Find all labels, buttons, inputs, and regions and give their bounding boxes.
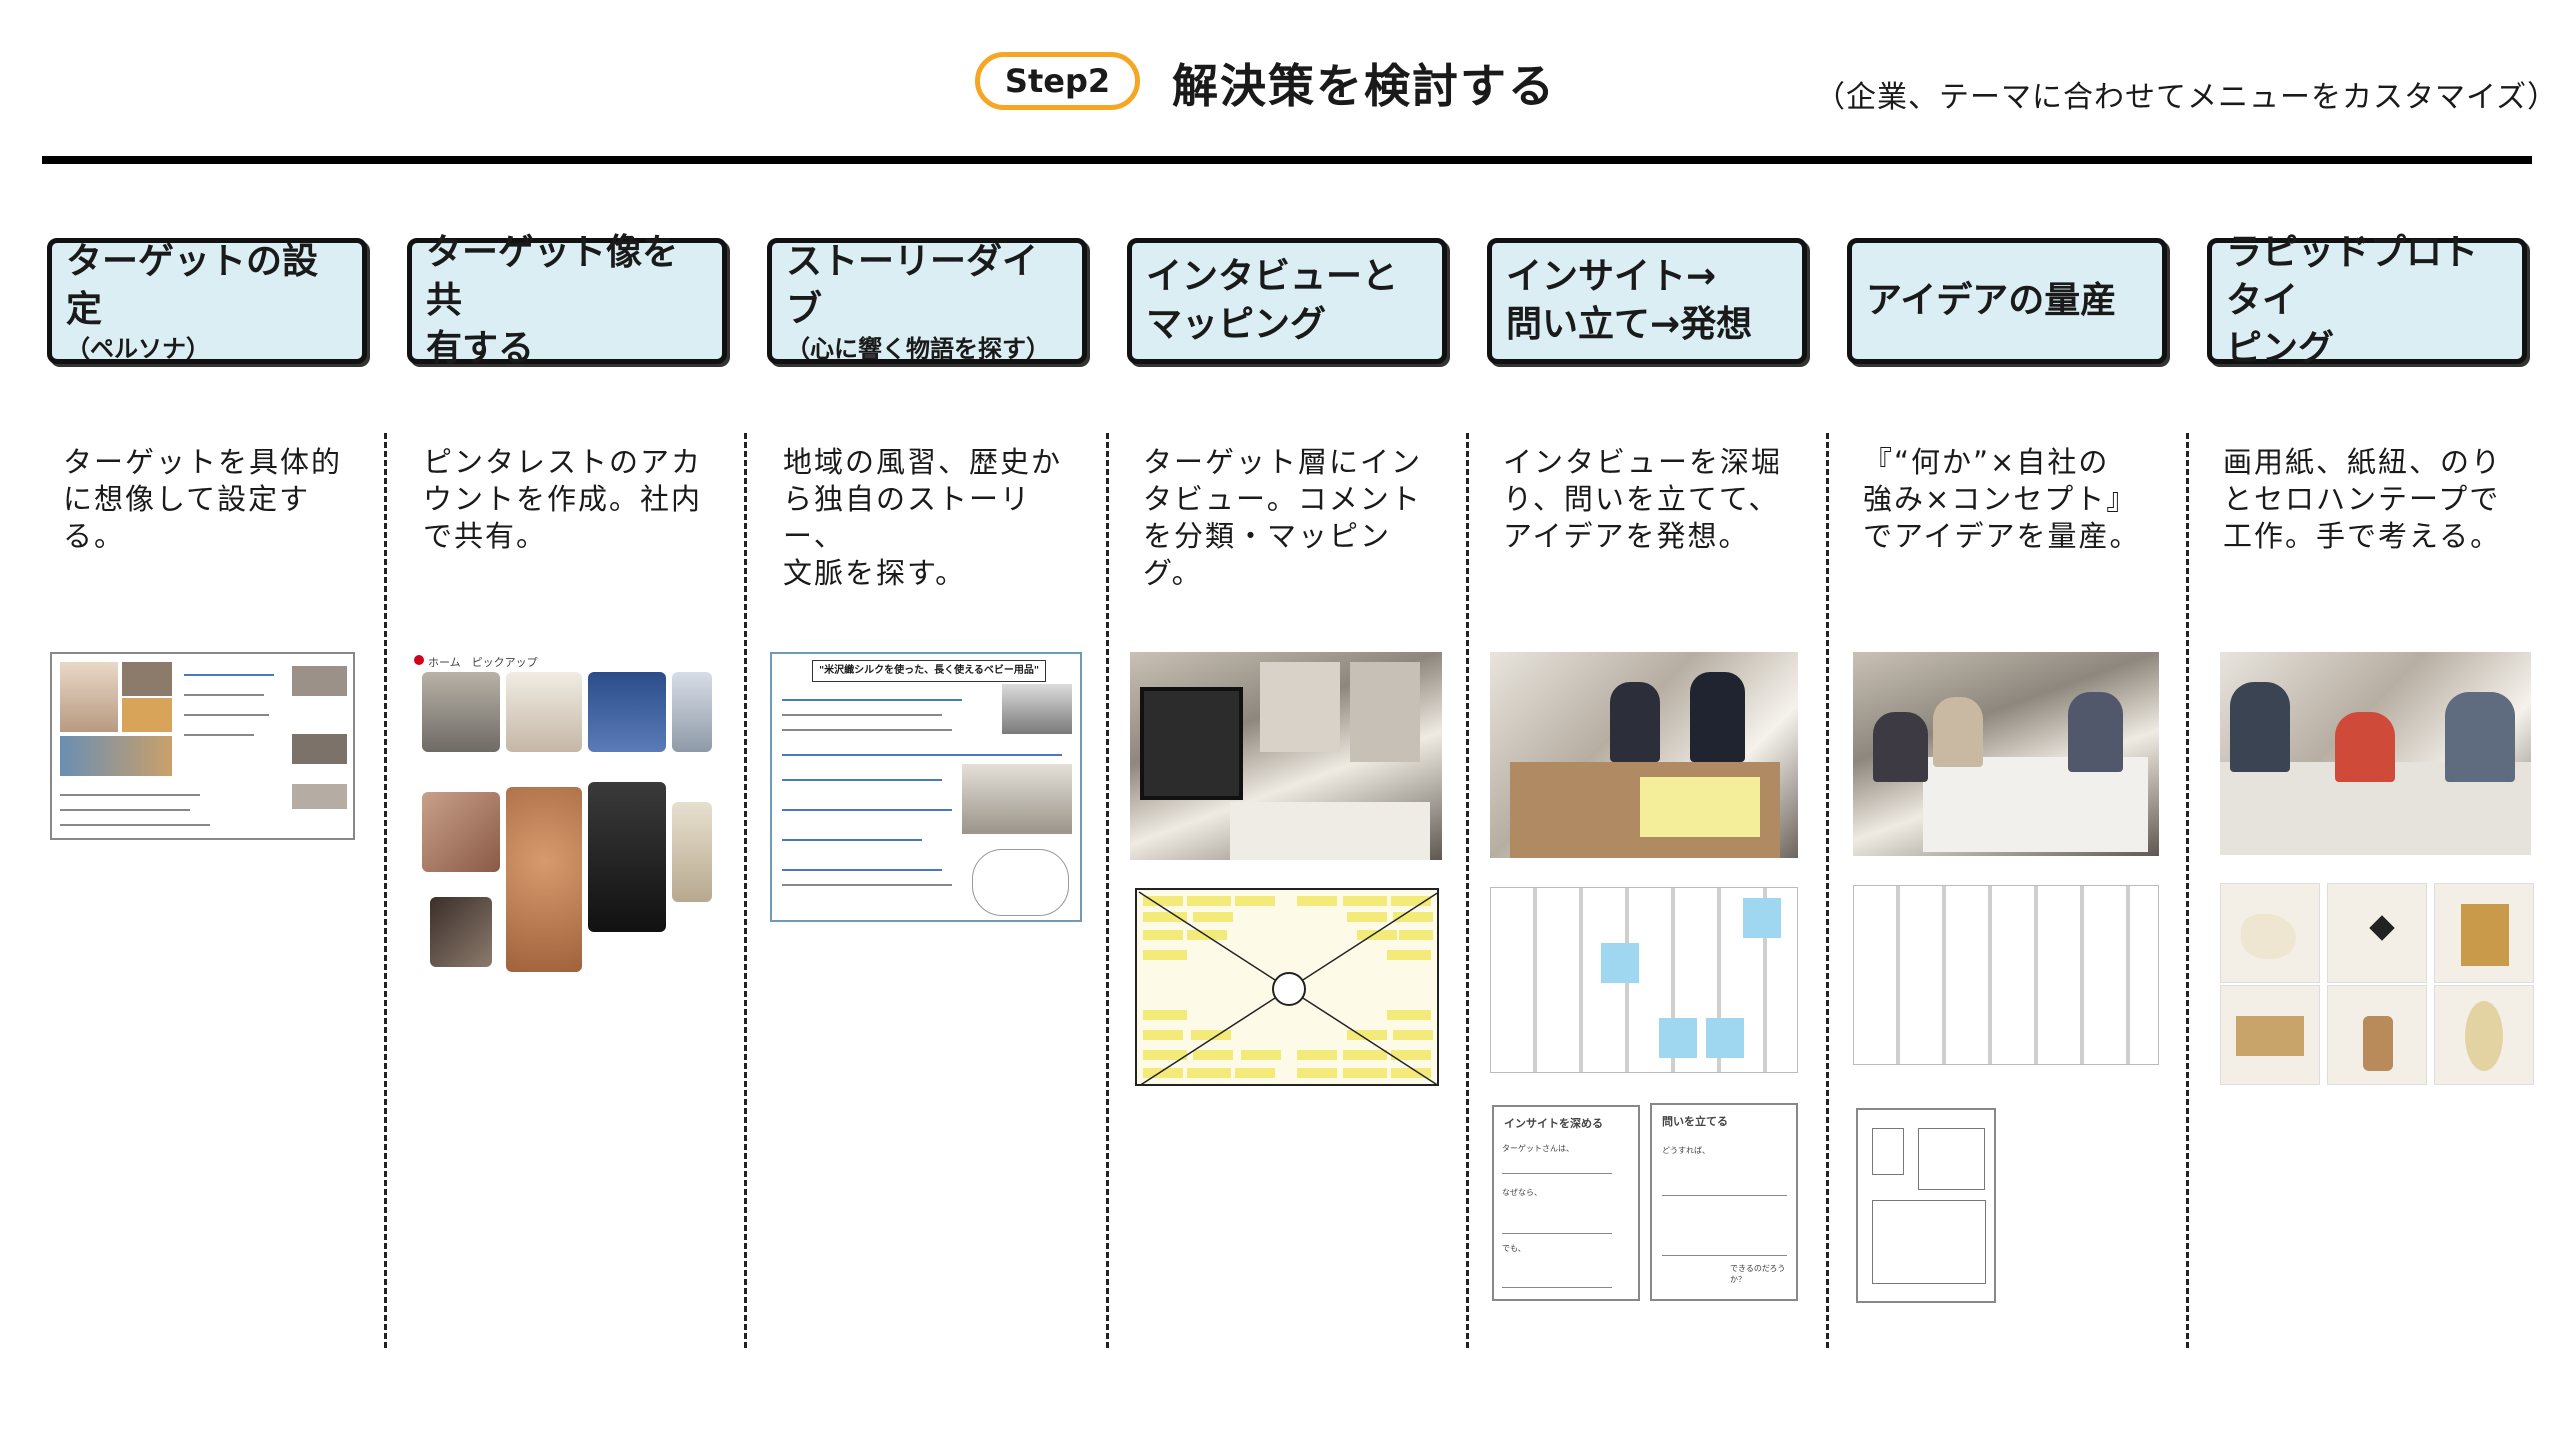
column-divider — [744, 433, 747, 1348]
prototyping-photo — [2220, 652, 2531, 855]
insight-card-grid-image — [1490, 887, 1798, 1073]
idea-workshop-photo — [1853, 652, 2159, 856]
column-title: ラピッドプロトタイ ピング — [2226, 232, 2479, 369]
column-description: 『“何か”×自社の 強み×コンセプト』 でアイデアを量産。 — [1863, 445, 2141, 553]
customize-note: （企業、テーマに合わせてメニューをカスタマイズ） — [1815, 80, 2559, 115]
column-subtitle: （ペルソナ） — [66, 335, 210, 363]
column-insight: インサイト→ 問い立て→発想 インタビューを深堀 り、問いを立てて、 アイデアを… — [1487, 238, 1807, 555]
persona-sheet-image — [50, 652, 355, 840]
column-title: ストーリーダイブ — [786, 241, 1039, 330]
column-interview-mapping: インタビューと マッピング ターゲット層にイン タビュー。コメント を分類・マッ… — [1127, 238, 1447, 592]
insight-line: なぜなら、 — [1502, 1188, 1542, 1197]
pinterest-nav: ホーム ピックアップ — [428, 656, 538, 669]
story-sheet-heading: "米沢織シルクを使った、長く使えるベビー用品" — [812, 660, 1046, 682]
column-rapid-prototyping: ラピッドプロトタイ ピング 画用紙、紙紐、のり とセロハンテープで 工作。手で考… — [2207, 232, 2527, 555]
prototype-card — [2434, 883, 2534, 983]
column-subtitle: （心に響く物語を探す） — [786, 335, 1050, 363]
insight-line: ターゲットさんは、 — [1502, 1144, 1574, 1153]
prototype-leaf — [2434, 985, 2534, 1085]
column-description: ピンタレストのアカ ウントを作成。社内 で共有。 — [423, 445, 703, 553]
insight-worksheet: インサイトを深める ターゲットさんは、 なぜなら、 でも、 — [1492, 1105, 1640, 1301]
prototype-pendant — [2327, 883, 2427, 983]
column-divider — [1466, 433, 1469, 1348]
column-divider — [1106, 433, 1109, 1348]
question-worksheet-title: 問いを立てる — [1662, 1115, 1728, 1128]
column-description: ターゲットを具体的 に想像して設定する。 — [63, 445, 343, 553]
question-worksheet: 問いを立てる どうすれば、 できるのだろうか？ — [1650, 1103, 1798, 1301]
idea-worksheet — [1856, 1108, 1996, 1303]
column-title: ターゲットの設定 — [66, 241, 319, 330]
column-title: アイデアの量産 — [1866, 280, 2117, 321]
prototype-holder — [2327, 985, 2427, 1085]
column-story-dive: ストーリーダイブ （心に響く物語を探す） 地域の風習、歴史か ら独自のストーリー… — [767, 238, 1087, 592]
prototype-envelope — [2220, 985, 2320, 1085]
column-header-box: アイデアの量産 — [1847, 238, 2167, 364]
interview-photo — [1130, 652, 1442, 860]
column-description: 地域の風習、歴史か ら独自のストーリー、 文脈を探す。 — [783, 445, 1063, 590]
column-description: インタビューを深堀 り、問いを立てて、 アイデアを発想。 — [1503, 445, 1783, 553]
prototype-ribbon — [2220, 883, 2320, 983]
insight-worksheet-title: インサイトを深める — [1504, 1117, 1603, 1130]
column-header-box: ストーリーダイブ （心に響く物語を探す） — [767, 238, 1087, 364]
column-title: インタビューと マッピング — [1146, 256, 1399, 345]
column-idea-mass: アイデアの量産 『“何か”×自社の 強み×コンセプト』 でアイデアを量産。 — [1847, 238, 2167, 555]
column-share-target: ターゲット像を共 有する ピンタレストのアカ ウントを作成。社内 で共有。 — [407, 232, 727, 555]
column-description: ターゲット層にイン タビュー。コメント を分類・マッピング。 — [1143, 445, 1423, 590]
question-line: どうすれば、 — [1662, 1146, 1710, 1155]
column-persona: ターゲットの設定 （ペルソナ） ターゲットを具体的 に想像して設定する。 — [47, 238, 367, 555]
header-rule — [42, 156, 2532, 164]
idea-card-grid-image — [1853, 885, 2159, 1065]
column-header-box: ターゲットの設定 （ペルソナ） — [47, 238, 367, 364]
column-description: 画用紙、紙紐、のり とセロハンテープで 工作。手で考える。 — [2223, 445, 2503, 553]
column-header-box: インタビューと マッピング — [1127, 238, 1447, 364]
insight-line: でも、 — [1502, 1244, 1526, 1253]
insight-meeting-photo — [1490, 652, 1798, 858]
step-badge: Step2 — [975, 52, 1140, 110]
column-divider — [1826, 433, 1829, 1348]
story-dive-sheet-image: "米沢織シルクを使った、長く使えるベビー用品" — [770, 652, 1082, 922]
column-header-box: ターゲット像を共 有する — [407, 232, 727, 369]
column-divider — [384, 433, 387, 1348]
column-divider — [2186, 433, 2189, 1348]
question-line: できるのだろうか？ — [1730, 1264, 1786, 1284]
column-header-box: ラピッドプロトタイ ピング — [2207, 232, 2527, 369]
column-header-box: インサイト→ 問い立て→発想 — [1487, 238, 1807, 364]
pinterest-board-image: ホーム ピックアップ — [410, 652, 715, 972]
page-title: 解決策を検討する — [1172, 59, 1556, 113]
column-title: ターゲット像を共 有する — [426, 232, 679, 369]
mapping-board-image — [1135, 888, 1439, 1086]
column-title: インサイト→ 問い立て→発想 — [1506, 256, 1753, 345]
